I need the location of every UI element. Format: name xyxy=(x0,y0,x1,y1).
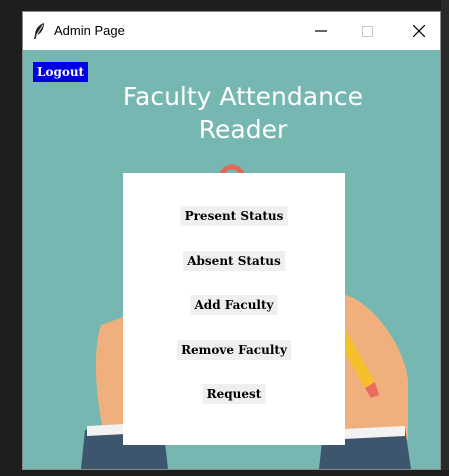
feather-icon xyxy=(32,22,46,40)
maximize-button[interactable] xyxy=(344,12,390,50)
page-title-line-2: Reader xyxy=(198,115,288,144)
window-title: Admin Page xyxy=(54,23,125,38)
request-button[interactable]: Request xyxy=(202,384,266,404)
close-button[interactable] xyxy=(396,12,442,50)
page-title-line-1: Faculty Attendance xyxy=(122,82,364,111)
menu-panel: Present Status Absent Status Add Faculty… xyxy=(123,173,345,445)
editor-background-bottom xyxy=(0,470,449,476)
maximize-icon xyxy=(361,22,373,41)
present-status-button[interactable]: Present Status xyxy=(180,206,288,226)
absent-status-button[interactable]: Absent Status xyxy=(183,251,285,271)
close-icon xyxy=(412,22,426,41)
logout-button[interactable]: Logout xyxy=(33,62,89,82)
editor-background-left xyxy=(0,0,24,476)
title-bar[interactable]: Admin Page xyxy=(23,12,440,50)
minimize-icon xyxy=(315,22,327,41)
minimize-button[interactable] xyxy=(298,12,344,50)
admin-window: Admin Page Logout Faculty Attendance Rea… xyxy=(22,11,441,470)
editor-background-right xyxy=(441,0,449,476)
main-content: Logout Faculty Attendance Reader Present… xyxy=(23,50,440,469)
right-hand xyxy=(345,295,408,445)
add-faculty-button[interactable]: Add Faculty xyxy=(190,295,278,315)
remove-faculty-button[interactable]: Remove Faculty xyxy=(177,340,291,360)
